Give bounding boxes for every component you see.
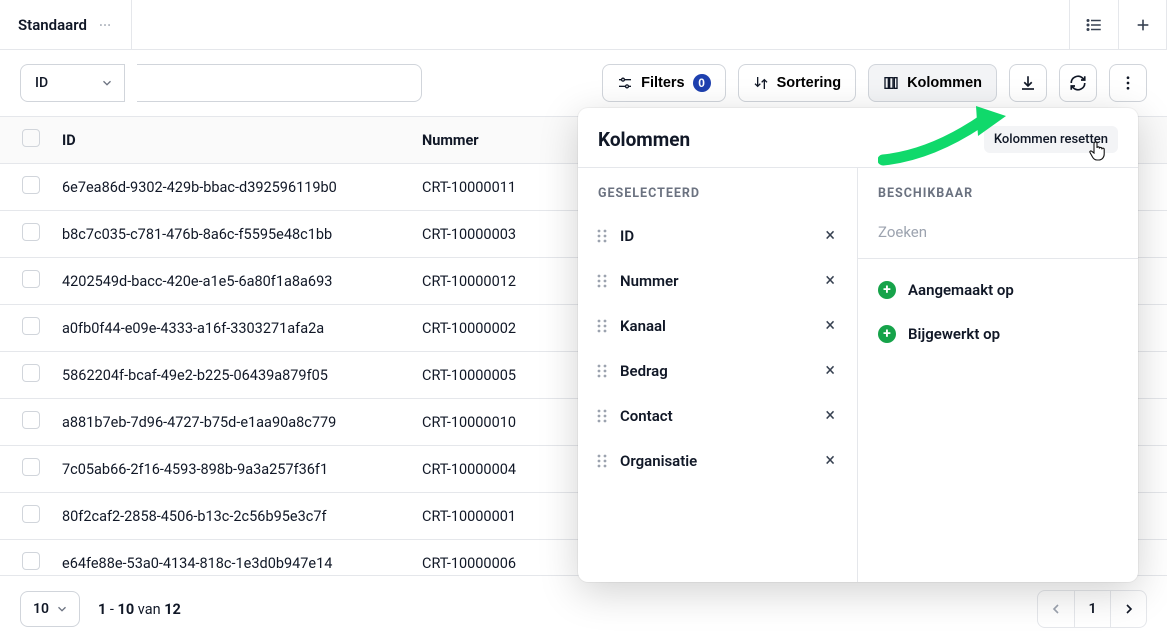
remove-column-icon[interactable]: × [821,405,839,426]
chevron-right-icon [1121,601,1137,617]
selected-column-item[interactable]: ID × [586,215,849,256]
selected-column-label: Contact [620,407,809,425]
row-checkbox[interactable] [22,552,40,570]
add-view-icon[interactable] [1118,0,1166,49]
drag-handle-icon[interactable] [596,273,608,289]
selected-column-item[interactable]: Contact × [586,395,849,436]
columns-popover: Kolommen Kolommen resetten GESELECTEERD … [578,108,1138,582]
pagination-range: 1 - 10 van 12 [98,601,181,618]
add-column-icon[interactable]: + [878,281,896,299]
sliders-icon [617,75,633,91]
tab-label: Standaard [18,16,87,34]
remove-column-icon[interactable]: × [821,450,839,471]
refresh-button[interactable] [1059,64,1097,102]
refresh-icon [1069,74,1087,92]
more-button[interactable] [1109,64,1147,102]
row-checkbox[interactable] [22,364,40,382]
cell-id: 7c05ab66-2f16-4593-898b-9a3a257f36f1 [46,446,406,493]
selected-section-label: GESELECTEERD [578,168,857,215]
add-column-icon[interactable]: + [878,325,896,343]
tab-more-icon[interactable] [97,17,113,33]
view-tabs: Standaard [0,0,1167,50]
more-vertical-icon [1119,74,1137,92]
page-size-value: 10 [33,601,49,617]
selected-column-label: Nummer [620,272,809,290]
columns-icon [883,75,899,91]
tabs-actions [1069,0,1166,49]
drag-handle-icon[interactable] [596,318,608,334]
filters-button[interactable]: Filters 0 [602,64,726,102]
selected-column-item[interactable]: Nummer × [586,260,849,301]
search-placeholder: Zoeken [878,223,927,241]
filters-label: Filters [641,75,685,91]
selected-column-item[interactable]: Kanaal × [586,305,849,346]
cell-id: 5862204f-bcaf-49e2-b225-06439a879f05 [46,352,406,399]
row-checkbox[interactable] [22,223,40,241]
available-column-label: Bijgewerkt op [908,325,1000,343]
page-size-select[interactable]: 10 [20,591,80,627]
toolbar: ID Filters 0 Sortering Kolommen [0,50,1167,117]
columns-button[interactable]: Kolommen [868,64,997,102]
selected-column-label: Organisatie [620,452,809,470]
cell-id: a881b7eb-7d96-4727-b75d-e1aa90a8c779 [46,399,406,446]
download-button[interactable] [1009,64,1047,102]
drag-handle-icon[interactable] [596,228,608,244]
selected-column-label: ID [620,227,809,245]
available-column-item[interactable]: + Bijgewerkt op [868,317,1128,351]
available-search-input[interactable]: Zoeken [858,215,1138,259]
drag-handle-icon[interactable] [596,363,608,379]
cell-id: a0fb0f44-e09e-4333-a16f-3303271afa2a [46,305,406,352]
remove-column-icon[interactable]: × [821,360,839,381]
chevron-down-icon [100,76,114,90]
row-checkbox[interactable] [22,176,40,194]
row-checkbox[interactable] [22,270,40,288]
available-column-label: Aangemaakt op [908,281,1014,299]
sort-icon [753,75,769,91]
row-checkbox[interactable] [22,411,40,429]
remove-column-icon[interactable]: × [821,225,839,246]
pager-prev[interactable] [1038,591,1074,627]
chevron-down-icon [55,602,69,616]
chevron-left-icon [1048,601,1064,617]
table-footer: 10 1 - 10 van 12 1 [0,575,1167,642]
row-checkbox[interactable] [22,458,40,476]
filter-field-select[interactable]: ID [20,64,125,102]
selected-column-label: Bedrag [620,362,809,380]
cell-id: 4202549d-bacc-420e-a1e5-6a80f1a8a693 [46,258,406,305]
select-all-checkbox[interactable] [22,129,40,147]
download-icon [1019,74,1037,92]
selected-column-label: Kanaal [620,317,809,335]
filter-field-value: ID [35,75,48,91]
row-checkbox[interactable] [22,317,40,335]
reset-columns-button[interactable]: Kolommen resetten [984,126,1118,153]
cell-id: b8c7c035-c781-476b-8a6c-f5595e48c1bb [46,211,406,258]
sort-button[interactable]: Sortering [738,64,856,102]
list-view-icon[interactable] [1070,0,1118,49]
row-checkbox[interactable] [22,505,40,523]
popover-title: Kolommen [598,128,690,151]
cell-id: 80f2caf2-2858-4506-b13c-2c56b95e3c7f [46,493,406,540]
filter-value-input[interactable] [137,64,422,102]
pager-next[interactable] [1110,591,1146,627]
pager-page-current[interactable]: 1 [1074,591,1110,627]
selected-column-item[interactable]: Bedrag × [586,350,849,391]
selected-columns-panel: GESELECTEERD ID×Nummer×Kanaal×Bedrag×Con… [578,168,858,582]
drag-handle-icon[interactable] [596,453,608,469]
tab-standaard[interactable]: Standaard [0,0,132,49]
available-section-label: BESCHIKBAAR [858,168,1138,215]
filters-count-badge: 0 [693,74,711,92]
available-column-item[interactable]: + Aangemaakt op [868,273,1128,307]
columns-label: Kolommen [907,75,982,91]
cell-id: 6e7ea86d-9302-429b-bbac-d392596119b0 [46,164,406,211]
drag-handle-icon[interactable] [596,408,608,424]
remove-column-icon[interactable]: × [821,270,839,291]
remove-column-icon[interactable]: × [821,315,839,336]
available-columns-panel: BESCHIKBAAR Zoeken + Aangemaakt op + Bijgew… [858,168,1138,582]
sort-label: Sortering [777,75,841,91]
selected-column-item[interactable]: Organisatie × [586,440,849,481]
pager: 1 [1037,590,1147,628]
header-id[interactable]: ID [46,117,406,164]
